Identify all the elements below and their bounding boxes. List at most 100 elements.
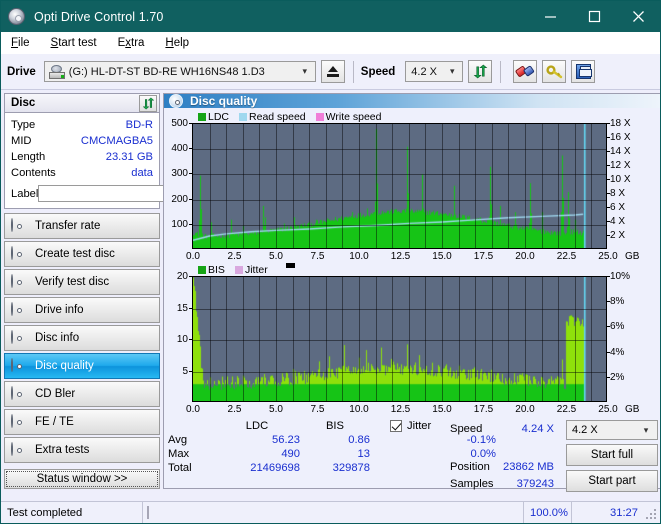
menu-file[interactable]: File [9, 35, 40, 51]
disc-refresh-button[interactable] [139, 95, 157, 112]
legend-label-bis: BIS [208, 263, 225, 276]
legend-label-jitter: Jitter [244, 263, 268, 276]
y-tick-label-right: 8% [606, 296, 625, 308]
disc-icon [11, 245, 27, 262]
x-tick-label: 25.0 [598, 251, 618, 262]
ldc-y-axis-left: 100 200 300 400 500 [164, 119, 192, 249]
sidebar-nav: Transfer rate Create test disc Verify te… [4, 213, 160, 463]
menu-help[interactable]: Help [163, 35, 199, 51]
disc-icon [11, 217, 27, 234]
elapsed-time: 31:27 [610, 506, 638, 519]
legend-item-bis: BIS [198, 264, 225, 276]
eraser-icon [514, 61, 536, 81]
disc-panel-title: Disc [11, 97, 36, 109]
disc-row-type: Type BD-R [11, 117, 153, 133]
ldc-plot-area[interactable] [192, 123, 607, 249]
save-icon [575, 64, 592, 79]
bis-plot-area[interactable] [192, 276, 607, 402]
sidebar-item-disc-quality[interactable]: Disc quality [4, 353, 160, 379]
speed-select-value: 4.2 X [411, 65, 437, 78]
drive-select[interactable]: (G:) HL-DT-ST BD-RE WH16NS48 1.D3 ▾ [43, 61, 316, 82]
x-tick-label: 5.0 [269, 251, 283, 262]
y-tick-label-right: 8 X [606, 188, 626, 199]
disc-row-key: Type [11, 119, 36, 131]
sidebar-item-verify-test-disc[interactable]: Verify test disc [4, 269, 160, 295]
minimize-button[interactable] [528, 1, 572, 32]
menu-start-test[interactable]: Start test [49, 35, 107, 51]
sidebar-item-transfer-rate[interactable]: Transfer rate [4, 213, 160, 239]
x-tick-label: 15.0 [432, 251, 452, 262]
sidebar-item-extra-tests[interactable]: Extra tests [4, 437, 160, 463]
chevron-down-icon: ▾ [450, 66, 455, 76]
sidebar-item-fe-te[interactable]: FE / TE [4, 409, 160, 435]
test-speed-value: 4.2 X [572, 424, 598, 436]
y-tick-label-right: 10 X [607, 174, 631, 185]
stat-max-ldc: 490 [281, 448, 300, 460]
stat-row-key-max: Max [168, 448, 190, 460]
y-tick-label: 100 [171, 218, 192, 230]
start-full-button[interactable]: Start full [566, 444, 658, 466]
disc-row-contents: Contents data [11, 165, 153, 181]
legend-item-ldc: LDC [198, 111, 229, 123]
resize-grip-icon[interactable] [646, 506, 658, 519]
sidebar-item-label: Transfer rate [35, 220, 101, 232]
disc-icon [11, 357, 27, 374]
x-tick-label: 2.5 [227, 404, 242, 415]
toolbar-divider-1 [352, 60, 354, 83]
sidebar-item-cd-bler[interactable]: CD Bler [4, 381, 160, 407]
toolbar-divider-2 [500, 60, 502, 83]
x-axis-unit-label: GB [625, 404, 640, 415]
save-button[interactable] [571, 60, 596, 83]
ldc-chart-legend: LDC Read speed Write speed [164, 110, 660, 123]
sidebar-item-label: Create test disc [35, 248, 115, 260]
start-part-button[interactable]: Start part [566, 470, 658, 492]
status-message: Test completed [1, 501, 143, 523]
sidebar-item-create-test-disc[interactable]: Create test disc [4, 241, 160, 267]
close-button[interactable] [616, 1, 660, 32]
jitter-checkbox[interactable] [390, 420, 402, 432]
test-speed-select[interactable]: 4.2 X ▾ [566, 420, 658, 440]
maximize-button[interactable] [572, 1, 616, 32]
chevron-down-icon: ▾ [643, 424, 649, 435]
jitter-checkbox-row[interactable]: Jitter [390, 420, 500, 432]
x-tick-label: 7.5 [310, 404, 325, 415]
status-window-button[interactable]: Status window >> [4, 469, 160, 489]
eject-icon [326, 66, 339, 77]
sidebar-item-drive-info[interactable]: Drive info [4, 297, 160, 323]
app-disc-icon [8, 8, 25, 25]
key-button[interactable] [542, 60, 567, 83]
y-tick-label-right: 18 X [607, 118, 631, 129]
disc-quality-icon [169, 94, 183, 108]
sidebar-item-label: Extra tests [35, 444, 90, 456]
legend-item-read-speed: Read speed [239, 111, 306, 123]
progress-percent: 100.0% [524, 501, 572, 523]
sidebar-item-label: Verify test disc [35, 276, 110, 288]
disc-label-key: Label [11, 187, 39, 200]
sidebar-item-disc-info[interactable]: Disc info [4, 325, 160, 351]
eject-button[interactable] [320, 60, 345, 83]
y-tick-label-right: 16 X [607, 132, 631, 143]
statistics-area: LDC BIS Avg 56.23 0.86 Max 490 13 Total … [164, 416, 660, 494]
application-window: Opti Drive Control 1.70 File Start test … [0, 0, 661, 524]
y-tick-label: 400 [171, 143, 192, 155]
sidebar: Disc Type BD-R MID CMCMAGBA5 Length 23.3… [4, 93, 245, 489]
control-row-position: Position 23862 MB [450, 458, 560, 475]
menu-extra[interactable]: Extra [116, 35, 155, 51]
optical-drive-icon [48, 64, 65, 79]
legend-swatch-read-speed [239, 112, 248, 121]
legend-item-jitter: Jitter [234, 263, 268, 276]
stat-avg-jitter: -0.1% [466, 434, 496, 446]
statistics-table: LDC BIS Avg 56.23 0.86 Max 490 13 Total … [168, 420, 496, 492]
position-value: 23862 MB [503, 460, 554, 473]
stat-header-ldc: LDC [245, 420, 269, 432]
legend-swatch-bis [198, 265, 206, 274]
disc-row-key: Length [11, 151, 46, 163]
legend-label-ldc: LDC [208, 110, 230, 123]
control-row-samples: Samples 379243 [450, 475, 560, 492]
refresh-button[interactable] [468, 60, 493, 83]
jitter-column: Jitter -0.1% 0.0% [390, 420, 500, 460]
y-tick-label-right: 4 X [606, 216, 626, 227]
erase-button[interactable] [513, 60, 538, 83]
ldc-y-axis-right: 2 X 4 X 6 X 8 X 10 X 12 X 14 X 16 X 18 X [606, 119, 645, 249]
speed-select[interactable]: 4.2 X ▾ [405, 61, 464, 82]
